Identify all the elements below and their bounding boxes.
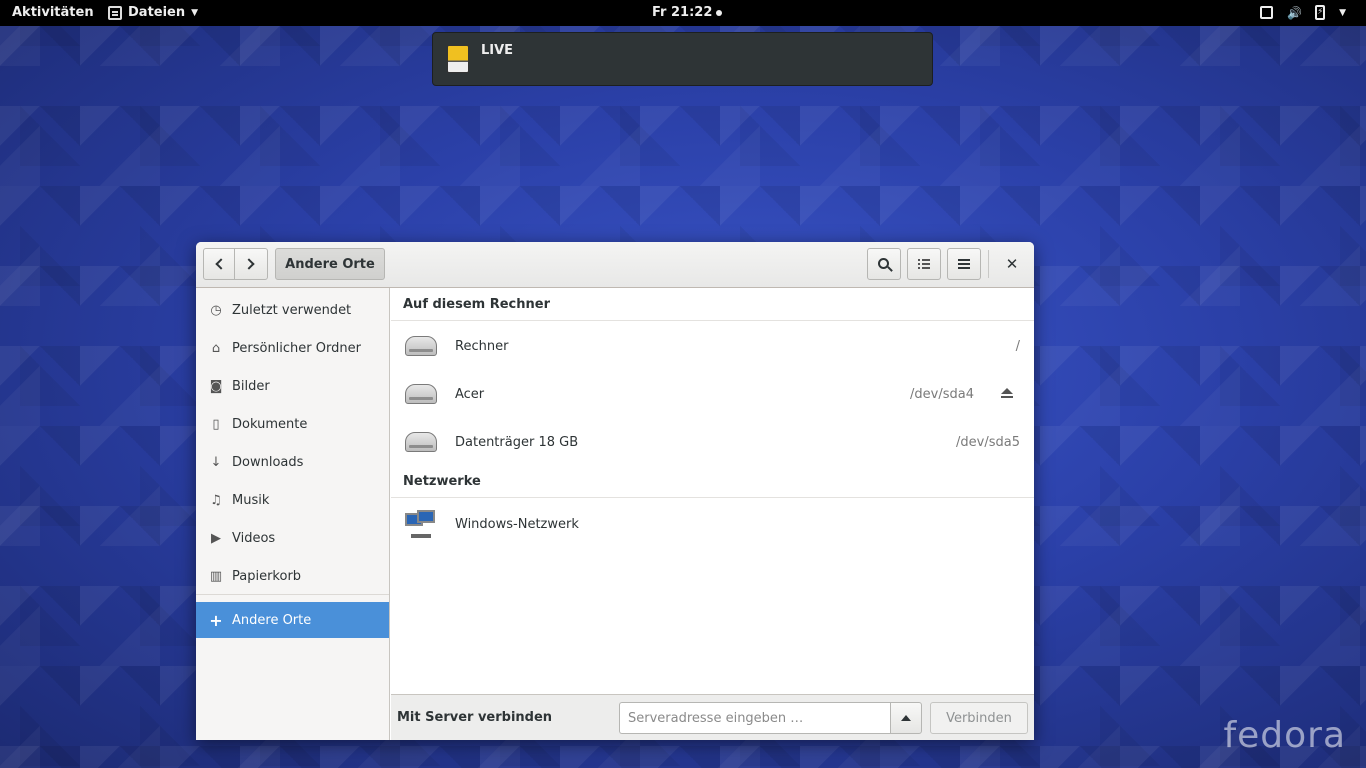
- app-menu-label: Dateien: [128, 5, 186, 20]
- camera-icon: ◙: [209, 378, 223, 394]
- chevron-left-icon: [215, 258, 227, 270]
- search-button[interactable]: [867, 248, 901, 280]
- sidebar-item-label: Zuletzt verwendet: [232, 302, 352, 318]
- chevron-right-icon: [243, 258, 255, 270]
- connect-to-server-bar: Mit Server verbinden Verbinden: [391, 694, 1034, 740]
- battery-icon[interactable]: ⚡: [1315, 5, 1326, 20]
- volume-icon[interactable]: 🔊: [1287, 6, 1302, 20]
- fedora-logo: fedora: [1223, 715, 1346, 756]
- header-bar: Andere Orte ✕: [196, 242, 1034, 288]
- section-title-computer: Auf diesem Rechner: [403, 297, 550, 312]
- close-icon: ✕: [1005, 255, 1019, 273]
- place-name: Datenträger 18 GB: [455, 434, 579, 450]
- sidebar-item-label: Bilder: [232, 378, 270, 394]
- app-menu[interactable]: Dateien ▼: [108, 5, 198, 20]
- path-bar-button[interactable]: Andere Orte: [275, 248, 385, 280]
- sidebar-item-label: Papierkorb: [232, 568, 302, 584]
- view-toggle-button[interactable]: [907, 248, 941, 280]
- section-divider: [391, 320, 1034, 321]
- list-view-icon: [918, 259, 930, 269]
- sidebar-item-label: Andere Orte: [232, 612, 312, 628]
- drive-icon: [405, 336, 437, 356]
- drive-icon: [405, 432, 437, 452]
- top-bar: Aktivitäten Dateien ▼ Fr 21:22 🔊 ⚡ ▼: [0, 0, 1366, 26]
- plus-icon: +: [209, 610, 223, 630]
- sidebar-item-label: Persönlicher Ordner: [232, 340, 361, 356]
- place-path: /dev/sda5: [956, 434, 1020, 450]
- chevron-down-icon[interactable]: ▼: [1339, 8, 1346, 18]
- video-icon: ▶: [211, 530, 221, 546]
- sidebar-item-label: Dokumente: [232, 416, 308, 432]
- document-icon: ▯: [212, 416, 220, 432]
- place-name: Acer: [455, 386, 485, 402]
- network-icon: [405, 510, 437, 538]
- recent-servers-button[interactable]: [890, 702, 922, 734]
- section-divider: [391, 497, 1034, 498]
- connect-button[interactable]: Verbinden: [930, 702, 1028, 734]
- sidebar-item-label: Videos: [232, 530, 276, 546]
- menu-button[interactable]: [947, 248, 981, 280]
- hamburger-icon: [958, 259, 970, 269]
- screen-icon[interactable]: [1260, 6, 1274, 19]
- music-icon: ♫: [210, 492, 222, 508]
- clock[interactable]: Fr 21:22: [652, 5, 723, 20]
- place-path: /: [1015, 338, 1020, 354]
- section-title-networks: Netzwerke: [403, 474, 481, 489]
- download-icon: ↓: [210, 454, 222, 470]
- sidebar-item-downloads[interactable]: ↓ Downloads: [196, 444, 389, 480]
- trash-icon: ▥: [209, 568, 223, 584]
- search-icon: [877, 257, 889, 269]
- home-icon: ⌂: [211, 340, 221, 356]
- header-separator: [988, 250, 989, 278]
- server-address-input[interactable]: [619, 702, 891, 734]
- sidebar-item-recent[interactable]: ◷ Zuletzt verwendet: [196, 292, 389, 328]
- sidebar-item-videos[interactable]: ▶ Videos: [196, 520, 389, 556]
- close-button[interactable]: ✕: [997, 248, 1027, 280]
- clock-icon: ◷: [210, 302, 222, 318]
- connect-to-server-label: Mit Server verbinden: [397, 710, 553, 725]
- eject-icon[interactable]: [1000, 388, 1014, 400]
- notification-title: LIVE: [481, 43, 514, 58]
- sidebar-separator: [196, 594, 389, 595]
- sidebar-item-label: Musik: [232, 492, 270, 508]
- place-name: Windows-Netzwerk: [455, 516, 579, 532]
- place-row-acer[interactable]: Acer /dev/sda4: [391, 370, 1034, 418]
- sidebar: ◷ Zuletzt verwendet ⌂ Persönlicher Ordne…: [196, 288, 390, 740]
- places-view: Auf diesem Rechner Rechner / Acer /dev/s…: [391, 288, 1034, 694]
- drive-icon: [405, 384, 437, 404]
- activities-button[interactable]: Aktivitäten: [12, 5, 94, 20]
- sidebar-item-home[interactable]: ⌂ Persönlicher Ordner: [196, 330, 389, 366]
- sidebar-item-music[interactable]: ♫ Musik: [196, 482, 389, 518]
- usb-drive-icon: [447, 45, 469, 73]
- sidebar-item-trash[interactable]: ▥ Papierkorb: [196, 558, 389, 594]
- sidebar-item-label: Downloads: [232, 454, 304, 470]
- clock-label: Fr 21:22: [652, 5, 713, 20]
- files-app-icon: [108, 5, 122, 20]
- place-path: /dev/sda4: [910, 386, 974, 402]
- back-button[interactable]: [203, 248, 235, 280]
- place-name: Rechner: [455, 338, 509, 354]
- system-tray[interactable]: 🔊 ⚡ ▼: [1260, 5, 1346, 20]
- sidebar-item-documents[interactable]: ▯ Dokumente: [196, 406, 389, 442]
- chevron-up-icon: [901, 715, 911, 721]
- chevron-down-icon: ▼: [191, 7, 199, 18]
- sidebar-item-other-places[interactable]: + Andere Orte: [196, 602, 389, 638]
- files-window: Andere Orte ✕ ◷ Zuletzt verwendet ⌂ Pers…: [196, 242, 1034, 740]
- place-row-windows-network[interactable]: Windows-Netzwerk: [391, 500, 1034, 548]
- place-row-volume[interactable]: Datenträger 18 GB /dev/sda5: [391, 418, 1034, 466]
- notification-dot-icon: [716, 9, 723, 16]
- sidebar-item-pictures[interactable]: ◙ Bilder: [196, 368, 389, 404]
- place-row-computer[interactable]: Rechner /: [391, 322, 1034, 370]
- forward-button[interactable]: [234, 248, 268, 280]
- notification-banner[interactable]: LIVE: [432, 32, 933, 86]
